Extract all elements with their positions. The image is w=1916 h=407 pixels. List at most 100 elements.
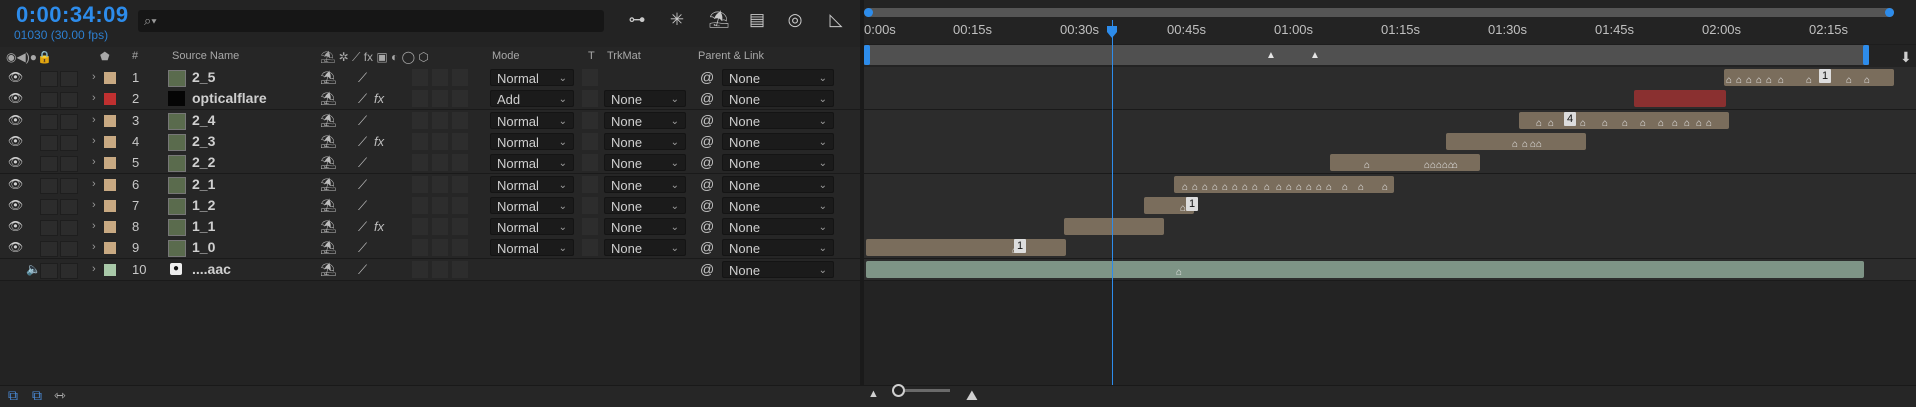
switch-box[interactable] [432,261,448,278]
playhead-handle-icon[interactable] [1106,26,1118,38]
switch-box[interactable] [432,239,448,256]
keyframe-icon[interactable]: ⌂ [1176,268,1185,278]
layer-name[interactable]: 2_5 [192,67,215,88]
zoom-slider-knob[interactable] [892,384,905,397]
keyframe-icon[interactable]: ⌂ [1622,119,1631,129]
parent-dropdown[interactable]: None ⌄ [722,197,834,214]
preserve-transparency-toggle[interactable] [582,197,598,214]
trkmat-dropdown[interactable]: None ⌄ [604,112,686,129]
pickwhip-icon[interactable]: @ [700,88,714,109]
mode-dropdown[interactable]: Normal ⌄ [490,69,574,86]
lock-toggle[interactable] [60,220,78,236]
pickwhip-icon[interactable]: @ [700,216,714,237]
keyframe-icon[interactable]: ⌂ [1192,183,1201,193]
expand-chevron-icon[interactable]: › [92,259,96,280]
keyframe-icon[interactable]: ⌂ [1358,183,1367,193]
lock-toggle[interactable] [60,241,78,257]
parent-dropdown[interactable]: None ⌄ [722,218,834,235]
toggle-switches-icon[interactable]: ⧉ [8,387,18,404]
quality-switch-icon[interactable]: ⟋ [358,259,367,280]
layer-track[interactable]: ⌂1 [864,195,1916,217]
expand-chevron-icon[interactable]: › [92,152,96,173]
shy-switch-icon[interactable]: ⛱ [320,237,337,258]
shy-switch-icon[interactable]: ⛱ [320,152,337,173]
layer-name[interactable]: 2_3 [192,131,215,152]
marker-icon[interactable]: ▲ [1310,51,1320,61]
keyframe-icon[interactable]: ⌂ [1706,119,1715,129]
effects-switch-icon[interactable]: fx [374,131,384,152]
shy-switch-icon[interactable]: ⛱ [320,259,337,280]
solo-toggle[interactable] [40,241,58,257]
solo-toggle[interactable] [40,199,58,215]
lock-toggle[interactable] [60,114,78,130]
eye-icon[interactable]: 👁 [8,131,23,152]
quality-switch-icon[interactable]: ⟋ [358,237,367,258]
layer-track[interactable]: ⌂ [864,259,1916,281]
shy-switch-icon[interactable]: ⛱ [320,131,337,152]
eye-icon[interactable]: 👁 [8,237,23,258]
keyframe-icon[interactable]: ⌂ [1756,76,1765,86]
shy-switch-icon[interactable]: ⛱ [320,67,337,88]
eye-icon[interactable]: 👁 [8,216,23,237]
label-color-swatch[interactable] [104,72,116,84]
mode-dropdown[interactable]: Normal ⌄ [490,197,574,214]
switch-box[interactable] [452,261,468,278]
toggle-in-out-icon[interactable]: ⇿ [54,387,66,404]
layer-name[interactable]: 1_1 [192,216,215,237]
lock-toggle[interactable] [60,71,78,87]
switch-box[interactable] [412,112,428,129]
quality-switch-icon[interactable]: ⟋ [358,88,367,109]
keyframe-icon[interactable]: ⌂ [1766,76,1775,86]
frame-blending-icon[interactable]: ▤ [744,8,770,32]
parent-dropdown[interactable]: None ⌄ [722,112,834,129]
quality-switch-icon[interactable]: ⟋ [358,174,367,195]
eye-icon[interactable]: 👁 [8,195,23,216]
keyframe-icon[interactable]: ⌂ [1580,119,1589,129]
mode-dropdown[interactable]: Normal ⌄ [490,239,574,256]
mode-dropdown[interactable]: Normal ⌄ [490,218,574,235]
keyframe-icon[interactable]: ⌂ [1326,183,1335,193]
shy-switch-icon[interactable]: ⛱ [320,88,337,109]
mode-dropdown[interactable]: Normal ⌄ [490,133,574,150]
solo-toggle[interactable] [40,220,58,236]
layer-track[interactable] [864,216,1916,238]
keyframe-icon[interactable]: ⌂ [1222,183,1231,193]
label-color-swatch[interactable] [104,221,116,233]
solo-toggle[interactable] [40,135,58,151]
lock-toggle[interactable] [60,178,78,194]
expand-chevron-icon[interactable]: › [92,216,96,237]
layer-row[interactable]: 👁 › 1 2_5 ⛱ ⟋ Normal ⌄ @ None ⌄ [0,67,860,89]
preserve-transparency-toggle[interactable] [582,69,598,86]
keyframe-icon[interactable]: ⌂ [1182,183,1191,193]
solo-toggle[interactable] [40,114,58,130]
expand-chevron-icon[interactable]: › [92,110,96,131]
marker-bin-icon[interactable]: ⬇ [1900,49,1912,66]
layer-name[interactable]: 2_2 [192,152,215,173]
trkmat-dropdown[interactable]: None ⌄ [604,90,686,107]
layer-name[interactable]: 1_2 [192,195,215,216]
switch-box[interactable] [452,112,468,129]
keyframe-icon[interactable]: ⌂ [1252,183,1261,193]
layer-marker[interactable]: 1 [1819,69,1832,83]
parent-dropdown[interactable]: None ⌄ [722,133,834,150]
keyframe-icon[interactable]: ⌂ [1316,183,1325,193]
layer-duration-bar[interactable] [866,261,1864,278]
quality-switch-icon[interactable]: ⟋ [358,67,367,88]
trkmat-dropdown[interactable]: None ⌄ [604,239,686,256]
shy-switch-icon[interactable]: ⛱ [320,110,337,131]
expand-chevron-icon[interactable]: › [92,174,96,195]
pickwhip-icon[interactable]: @ [700,110,714,131]
pickwhip-icon[interactable]: @ [700,67,714,88]
lock-toggle[interactable] [60,92,78,108]
quality-switch-icon[interactable]: ⟋ [358,110,367,131]
parent-dropdown[interactable]: None ⌄ [722,154,834,171]
lock-toggle[interactable] [60,156,78,172]
keyframe-icon[interactable]: ⌂ [1202,183,1211,193]
keyframe-icon[interactable]: ⌂ [1276,183,1285,193]
time-navigator[interactable] [864,8,1894,17]
lock-toggle[interactable] [60,199,78,215]
switch-box[interactable] [432,176,448,193]
parent-dropdown[interactable]: None ⌄ [722,261,834,278]
switch-box[interactable] [432,218,448,235]
keyframe-icon[interactable]: ⌂ [1242,183,1251,193]
